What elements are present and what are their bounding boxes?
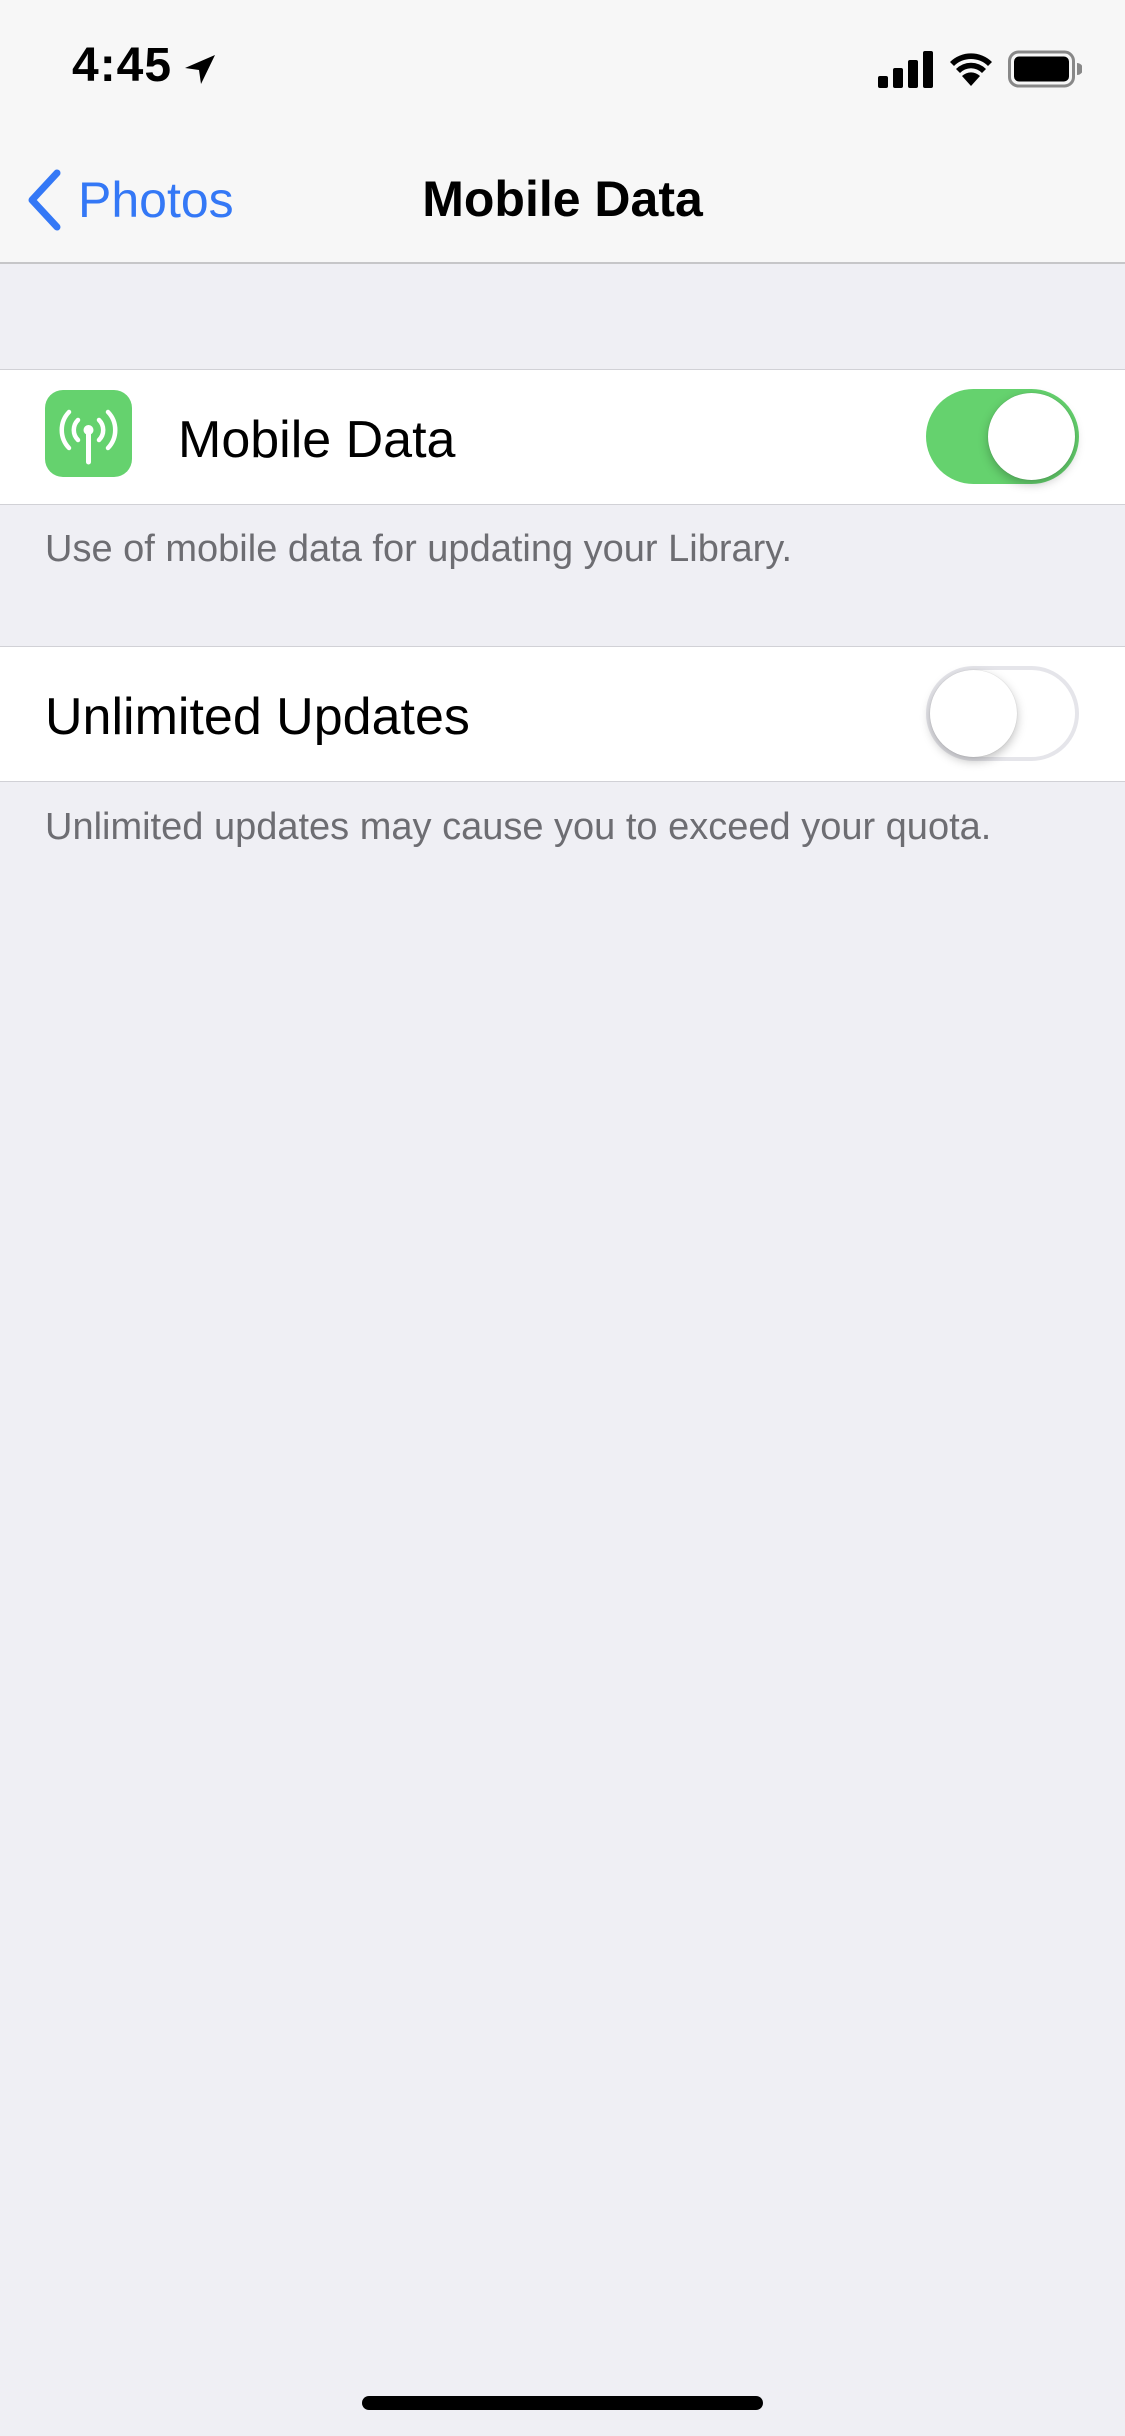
status-time: 4:45: [72, 39, 173, 92]
toggle-knob: [988, 393, 1075, 480]
home-indicator[interactable]: [362, 2396, 763, 2410]
unlimited-updates-footer: Unlimited updates may cause you to excee…: [45, 806, 992, 848]
status-bar: 4:45: [0, 0, 1125, 140]
location-arrow-icon: [185, 55, 215, 84]
mobile-data-footer: Use of mobile data for updating your Lib…: [45, 528, 793, 570]
wifi-icon: [950, 53, 992, 86]
cellular-signal-icon: [878, 51, 933, 88]
toggle-knob: [930, 670, 1017, 757]
navigation-bar: Photos Mobile Data: [0, 140, 1125, 264]
mobile-data-toggle[interactable]: [926, 389, 1079, 484]
mobile-data-label: Mobile Data: [178, 411, 456, 469]
unlimited-updates-label: Unlimited Updates: [45, 688, 470, 746]
unlimited-updates-row: Unlimited Updates: [0, 646, 1125, 782]
mobile-data-row: Mobile Data: [0, 369, 1125, 505]
page-title: Mobile Data: [422, 171, 703, 227]
battery-icon: [1008, 50, 1082, 88]
unlimited-updates-toggle[interactable]: [926, 666, 1079, 761]
antenna-icon: [45, 390, 132, 477]
